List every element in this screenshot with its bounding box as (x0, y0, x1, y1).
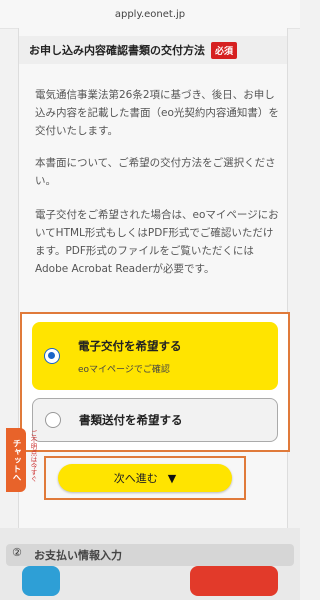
delivery-method-card: お申し込み内容確認書類の交付方法 必須 電気通信事業法第26条2項に基づき、後日… (18, 28, 288, 528)
instruction-paragraph: 本書面について、ご希望の交付方法をご選択ください。 (35, 157, 276, 187)
option-paper-delivery[interactable]: 書類送付を希望する (32, 398, 278, 442)
next-button-highlight: 次へ進む ▼ (44, 456, 246, 500)
option-label: 書類送付を希望する (79, 413, 183, 427)
option-sublabel: eoマイページでご確認 (78, 364, 170, 375)
chat-tab[interactable]: チャットへ ご不明点は今すぐ (6, 428, 37, 492)
section-header: お申し込み内容確認書類の交付方法 必須 (19, 36, 287, 64)
chat-tab-note: ご不明点は今すぐ (29, 430, 37, 482)
section-title: お申し込み内容確認書類の交付方法 (29, 44, 205, 57)
next-section-header: ② お支払い情報入力 (6, 544, 294, 566)
next-button-label: 次へ進む (113, 472, 158, 485)
option-label: 電子交付を希望する (78, 338, 182, 353)
left-floating-button[interactable] (22, 566, 60, 596)
url-text: apply.eonet.jp (114, 8, 186, 20)
chat-tab-label: チャットへ (11, 438, 21, 482)
legal-paragraph: 電気通信事業法第26条2項に基づき、後日、お申し込み内容を記載した書面（eo光契… (35, 89, 279, 137)
delivery-options-group: 電子交付を希望する eoマイページでご確認 書類送付を希望する (20, 312, 290, 452)
next-button[interactable]: 次へ進む ▼ (58, 464, 232, 492)
radio-selected-icon[interactable] (44, 348, 60, 364)
right-floating-button[interactable] (190, 566, 278, 596)
triangle-down-icon: ▼ (167, 471, 177, 485)
electronic-info-paragraph: 電子交付をご希望された場合は、eoマイページにおいてHTML形式もしくはPDF形… (35, 209, 279, 275)
step-circle-icon: ② (12, 546, 22, 559)
radio-unselected-icon[interactable] (45, 412, 61, 428)
browser-url-bar[interactable]: apply.eonet.jp (0, 0, 300, 29)
option-electronic-delivery[interactable]: 電子交付を希望する eoマイページでご確認 (32, 322, 278, 390)
required-badge: 必須 (211, 41, 238, 59)
next-section-title: お支払い情報入力 (34, 549, 122, 562)
